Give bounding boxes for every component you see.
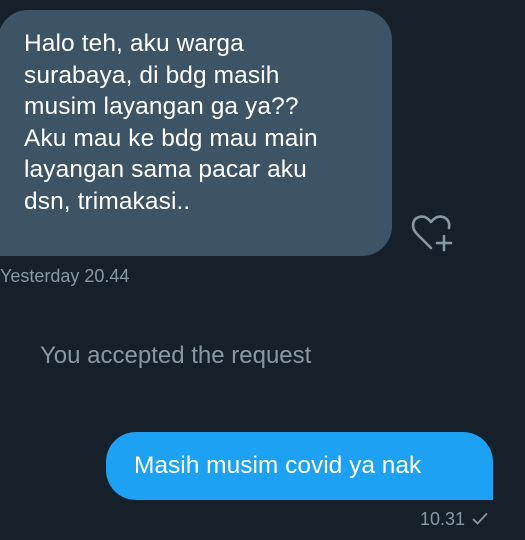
- sent-message-bubble[interactable]: Masih musim covid ya nak: [106, 432, 493, 500]
- system-notice: You accepted the request: [40, 342, 312, 369]
- sent-message-timestamp: 10.31: [419, 509, 465, 529]
- check-icon: [472, 513, 488, 525]
- heart-plus-icon[interactable]: [410, 212, 456, 254]
- received-message-timestamp: Yesterday 20.44: [0, 266, 130, 286]
- received-message-bubble[interactable]: Halo teh, aku warga surabaya, di bdg mas…: [0, 10, 392, 256]
